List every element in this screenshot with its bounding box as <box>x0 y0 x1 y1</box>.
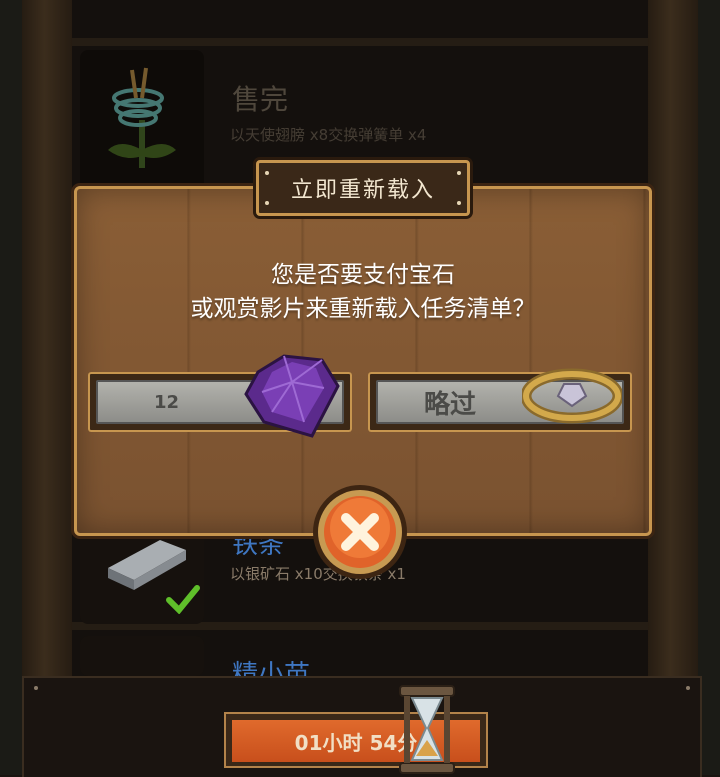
dialog-title: 立即重新载入 <box>290 178 435 203</box>
gold-ring-icon <box>522 368 622 424</box>
iron-ingot-icon <box>108 540 186 590</box>
hourglass-icon <box>399 685 455 774</box>
green-check-icon <box>166 585 200 614</box>
quest-row-3[interactable] <box>80 636 640 676</box>
dialog-message: 您是否要支付宝石 或观赏影片来重新载入任务清单？ <box>74 258 652 326</box>
message-line-2: 或观赏影片来重新载入任务清单？ <box>190 296 536 322</box>
message-line-1: 您是否要支付宝石 <box>271 262 455 288</box>
row-thumbnail <box>80 636 204 676</box>
dialog-title-plate: 立即重新载入 <box>256 160 470 216</box>
purple-gem-icon <box>244 354 340 438</box>
close-button[interactable] <box>310 482 410 582</box>
